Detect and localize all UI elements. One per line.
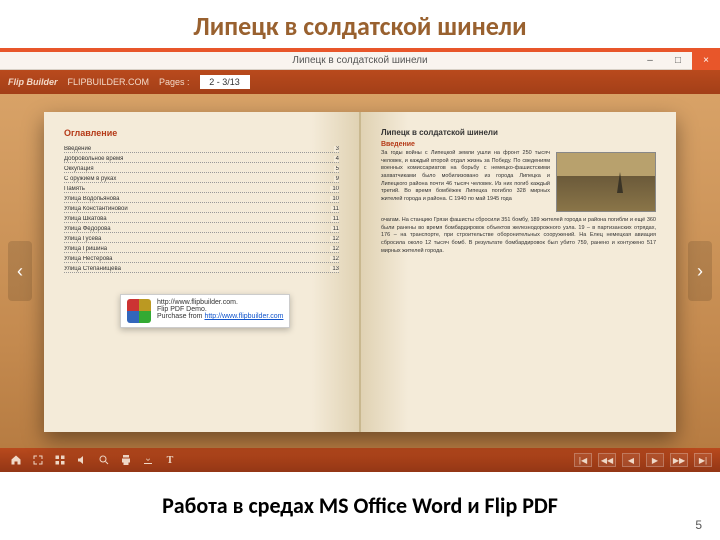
maximize-button[interactable]: □ — [664, 52, 692, 70]
demo-watermark: http://www.flipbuilder.com. Flip PDF Dem… — [120, 294, 290, 328]
toc-item[interactable]: Улица Водопьянова10 — [64, 196, 339, 203]
slide-caption: Работа в средах MS Office Word и Flip PD… — [0, 472, 720, 519]
prev-button[interactable]: ◀ — [622, 453, 640, 467]
window-title: Липецк в солдатской шинели — [292, 55, 427, 66]
toc-item[interactable]: Добровольное время4 — [64, 156, 339, 163]
last-page-button[interactable]: ▶| — [694, 453, 712, 467]
article-para-1: За годы войны с Липецкой земли ушли на ф… — [381, 150, 550, 202]
toc-item[interactable]: Оккупация5 — [64, 166, 339, 173]
home-icon[interactable] — [8, 452, 24, 468]
page-nav-buttons: |◀ ◀◀ ◀ ▶ ▶▶ ▶| — [574, 453, 712, 467]
close-button[interactable]: × — [692, 52, 720, 70]
os-titlebar: Липецк в солдатской шинели – □ × — [0, 52, 720, 70]
prev-page-arrow[interactable]: ‹ — [8, 241, 32, 301]
app-top-bar: Flip Builder FLIPBUILDER.COM Pages : — [0, 70, 720, 94]
article-body: За годы войны с Липецкой земли ушли на ф… — [381, 150, 656, 255]
toc-heading: Оглавление — [64, 128, 339, 138]
toc-item[interactable]: Введение3 — [64, 146, 339, 153]
toc-item[interactable]: Улица Нестерова12 — [64, 256, 339, 263]
article-para-2: очагам. На станцию Грязи фашисты сбросил… — [381, 217, 656, 254]
toc-item[interactable]: С оружием в руках9 — [64, 176, 339, 183]
toc-item[interactable]: Улица Степанищева13 — [64, 266, 339, 273]
page-input[interactable] — [200, 75, 250, 89]
article-image — [556, 152, 656, 212]
minimize-button[interactable]: – — [636, 52, 664, 70]
watermark-line1: http://www.flipbuilder.com. — [157, 299, 283, 306]
thumbnails-icon[interactable] — [52, 452, 68, 468]
left-page[interactable]: Оглавление Введение3 Добровольное время4 О… — [44, 112, 360, 432]
next-button[interactable]: ▶ — [646, 453, 664, 467]
site-label: FLIPBUILDER.COM — [68, 77, 150, 87]
toc-item[interactable]: Память10 — [64, 186, 339, 193]
open-book: Оглавление Введение3 Добровольное время4 О… — [44, 112, 676, 432]
left-tools: T — [8, 452, 178, 468]
search-icon[interactable] — [96, 452, 112, 468]
fast-next-button[interactable]: ▶▶ — [670, 453, 688, 467]
watermark-line2: Flip PDF Demo. — [157, 306, 283, 313]
toc-item[interactable]: Улица Фёдорова11 — [64, 226, 339, 233]
toc-item[interactable]: Улица Константиновой11 — [64, 206, 339, 213]
first-page-button[interactable]: |◀ — [574, 453, 592, 467]
flip-pdf-app: Flip Builder FLIPBUILDER.COM Pages : ‹ ›… — [0, 70, 720, 472]
text-tool-icon[interactable]: T — [162, 452, 178, 468]
article-subtitle: Введение — [381, 141, 656, 148]
next-page-arrow[interactable]: › — [688, 241, 712, 301]
article-title: Липецк в солдатской шинели — [381, 128, 656, 137]
toc-item[interactable]: Улица Гусева12 — [64, 236, 339, 243]
toc-item[interactable]: Улица Гришина12 — [64, 246, 339, 253]
toc-list: Введение3 Добровольное время4 Оккупация5 С … — [64, 146, 339, 273]
fast-prev-button[interactable]: ◀◀ — [598, 453, 616, 467]
flipbuilder-icon — [127, 299, 151, 323]
right-page[interactable]: Липецк в солдатской шинели Введение За г… — [360, 112, 676, 432]
print-icon[interactable] — [118, 452, 134, 468]
fullscreen-icon[interactable] — [30, 452, 46, 468]
toc-item[interactable]: Улица Шкатова11 — [64, 216, 339, 223]
slide-title: Липецк в солдатской шинели — [0, 0, 720, 48]
brand-label: Flip Builder — [8, 77, 58, 87]
pages-label: Pages : — [159, 77, 190, 87]
watermark-line3-prefix: Purchase from — [157, 313, 204, 320]
app-bottom-bar: T |◀ ◀◀ ◀ ▶ ▶▶ ▶| — [0, 448, 720, 472]
sound-icon[interactable] — [74, 452, 90, 468]
book-viewer: ‹ › Оглавление Введение3 Добровольное вре… — [0, 94, 720, 448]
watermark-link[interactable]: http://www.flipbuilder.com — [204, 313, 283, 320]
slide-number: 5 — [695, 518, 702, 532]
download-icon[interactable] — [140, 452, 156, 468]
